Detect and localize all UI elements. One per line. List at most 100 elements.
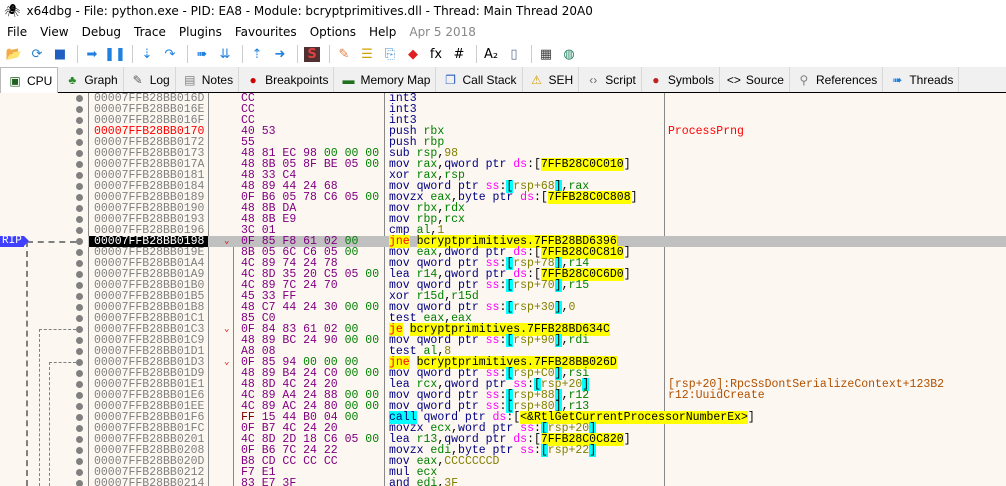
- tree-icon: ♣: [68, 72, 77, 87]
- breakpoint-toggle-dot[interactable]: [76, 260, 83, 267]
- disassembly-row[interactable]: 00007FFB28BB0214 83 E7 3F and edi,3F: [0, 478, 1006, 486]
- breakpoint-toggle-dot[interactable]: [76, 161, 83, 168]
- breakpoint-toggle-dot[interactable]: [76, 458, 83, 465]
- run-to-user-code-icon: ➜: [274, 46, 286, 62]
- scylla-button[interactable]: S: [302, 44, 322, 64]
- menu-options[interactable]: Options: [310, 25, 356, 39]
- tab-script[interactable]: ‹› Script: [579, 67, 642, 92]
- tab-label: Memory Map: [360, 72, 431, 87]
- breakpoint-toggle-dot[interactable]: [76, 150, 83, 157]
- window-title: x64dbg - File: python.exe - PID: EA8 - M…: [26, 4, 593, 18]
- breakpoint-toggle-dot[interactable]: [76, 183, 83, 190]
- menu-favourites[interactable]: Favourites: [235, 25, 297, 39]
- globe-button[interactable]: ◍: [559, 44, 579, 64]
- menu-help[interactable]: Help: [369, 25, 396, 39]
- patches-button[interactable]: ✎: [334, 44, 354, 64]
- menu-bar: File View Debug Trace Plugins Favourites…: [0, 23, 482, 41]
- seh-icon: ⚠: [531, 72, 542, 87]
- toolbar-separator: [187, 45, 188, 63]
- breakpoint-toggle-dot[interactable]: [76, 359, 83, 366]
- breakpoint-toggle-dot[interactable]: [76, 315, 83, 322]
- toolbar-separator: [132, 45, 133, 63]
- breakpoint-toggle-dot[interactable]: [76, 414, 83, 421]
- execute-till-return-button[interactable]: ⇡: [247, 44, 267, 64]
- font-icon: A₂: [483, 46, 499, 62]
- tab-threads[interactable]: ➠ Threads: [883, 67, 960, 92]
- breakpoint-toggle-dot[interactable]: [76, 403, 83, 410]
- tab-label: Breakpoints: [265, 72, 329, 87]
- breakpoint-toggle-dot[interactable]: [76, 227, 83, 234]
- breakpoint-toggle-dot[interactable]: [76, 304, 83, 311]
- hash-button[interactable]: #: [449, 44, 469, 64]
- breakpoint-toggle-dot[interactable]: [76, 392, 83, 399]
- breakpoint-toggle-dot[interactable]: [76, 271, 83, 278]
- trace-into-button[interactable]: ➠: [192, 44, 212, 64]
- breakpoint-toggle-dot[interactable]: [76, 370, 83, 377]
- breakpoint-toggle-dot[interactable]: [76, 447, 83, 454]
- tab-log[interactable]: ✎ Log: [124, 67, 176, 92]
- menu-file[interactable]: File: [7, 25, 27, 39]
- stop-button[interactable]: ■: [50, 44, 70, 64]
- toolbar-separator: [77, 45, 78, 63]
- pause-button[interactable]: ❚❚: [104, 44, 126, 64]
- run-icon: ➡: [86, 46, 98, 62]
- breakpoint-toggle-dot[interactable]: [76, 348, 83, 355]
- step-over-button[interactable]: ↷: [160, 44, 180, 64]
- breakpoint-toggle-dot[interactable]: [76, 337, 83, 344]
- tab-references[interactable]: ⚲ References: [790, 67, 884, 92]
- disassembly-view[interactable]: 00007FFB28BB016D CC int3 00007FFB28BB016E CC…: [0, 93, 1006, 486]
- breakpoint-toggle-dot[interactable]: [76, 205, 83, 212]
- open-button[interactable]: 📂: [4, 44, 24, 64]
- breakpoint-toggle-dot[interactable]: [76, 172, 83, 179]
- trace-over-button[interactable]: ⇊: [215, 44, 235, 64]
- breakpoint-toggle-dot[interactable]: [76, 425, 83, 432]
- pause-icon: ❚❚: [104, 46, 126, 62]
- restart-button[interactable]: ⟳: [27, 44, 47, 64]
- run-to-user-code-button[interactable]: ➜: [270, 44, 290, 64]
- tab-memory-map[interactable]: ▬ Memory Map: [334, 67, 437, 92]
- device-button[interactable]: ▯: [504, 44, 524, 64]
- functions-button[interactable]: fx: [426, 44, 446, 64]
- breakpoint-toggle-dot[interactable]: [76, 139, 83, 146]
- tab-cpu[interactable]: ▣ CPU: [0, 67, 59, 93]
- breakpoint-toggle-dot[interactable]: [76, 194, 83, 201]
- tab-call-stack[interactable]: ❐ Call Stack: [436, 67, 523, 92]
- tab-source[interactable]: <> Source: [720, 67, 790, 92]
- calculator-button[interactable]: ▦: [536, 44, 556, 64]
- breakpoint-toggle-dot[interactable]: [76, 469, 83, 476]
- menu-trace[interactable]: Trace: [134, 25, 166, 39]
- breakpoint-toggle-dot[interactable]: [76, 106, 83, 113]
- breakpoint-toggle-dot[interactable]: [76, 249, 83, 256]
- breakpoint-toggle-dot[interactable]: [76, 480, 83, 486]
- labels-button[interactable]: ⎘: [380, 44, 400, 64]
- menu-view[interactable]: View: [40, 25, 68, 39]
- step-into-button[interactable]: ⇣: [137, 44, 157, 64]
- breakpoint-toggle-dot[interactable]: [76, 326, 83, 333]
- functions-icon: fx: [429, 46, 443, 62]
- breakpoint-toggle-dot[interactable]: [76, 436, 83, 443]
- bookmarks-button[interactable]: ◆: [403, 44, 423, 64]
- breakpoint-toggle-dot[interactable]: [76, 238, 83, 245]
- breakpoint-toggle-dot[interactable]: [76, 128, 83, 135]
- comments-button[interactable]: ☰: [357, 44, 377, 64]
- breakpoint-icon: ●: [249, 72, 257, 87]
- breakpoint-toggle-dot[interactable]: [76, 95, 83, 102]
- tab-symbols[interactable]: ● Symbols: [642, 67, 720, 92]
- font-button[interactable]: A₂: [481, 44, 501, 64]
- jump-arrow-icon: ⌄: [224, 324, 230, 334]
- breakpoint-toggle-dot[interactable]: [76, 216, 83, 223]
- callstack-icon: ❐: [445, 72, 456, 87]
- breakpoint-toggle-dot[interactable]: [76, 282, 83, 289]
- run-button[interactable]: ➡: [82, 44, 102, 64]
- tab-label: Log: [149, 72, 170, 87]
- hash-icon: #: [453, 46, 465, 62]
- tab-breakpoints[interactable]: ● Breakpoints: [239, 67, 335, 92]
- menu-plugins[interactable]: Plugins: [179, 25, 222, 39]
- tab-notes[interactable]: ▤ Notes: [176, 67, 240, 92]
- breakpoint-toggle-dot[interactable]: [76, 381, 83, 388]
- breakpoint-toggle-dot[interactable]: [76, 293, 83, 300]
- breakpoint-toggle-dot[interactable]: [76, 117, 83, 124]
- tab-seh[interactable]: ⚠ SEH: [523, 67, 580, 92]
- menu-debug[interactable]: Debug: [82, 25, 121, 39]
- tab-graph[interactable]: ♣ Graph: [58, 67, 124, 92]
